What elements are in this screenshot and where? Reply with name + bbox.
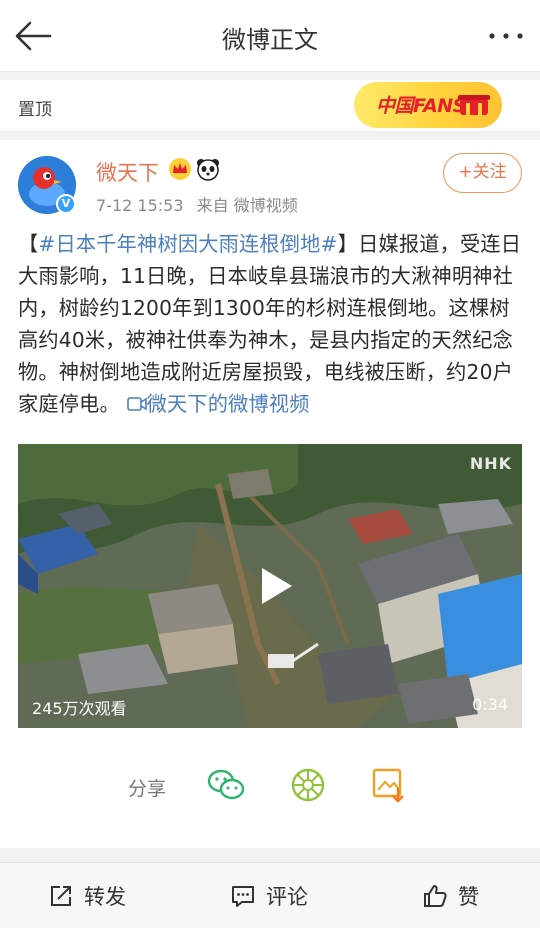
video-view-count: 245万次观看: [32, 699, 127, 718]
post-card: V 微天下 7-12 15:53 来自 微博视频 +关注 【#日本千年神树因大雨…: [0, 140, 540, 848]
like-button[interactable]: 赞: [422, 881, 479, 911]
video-link-icon: [126, 397, 147, 411]
follow-button[interactable]: +关注: [443, 153, 522, 193]
comment-icon: [232, 886, 254, 907]
repost-icon: [51, 886, 71, 906]
comment-label: 评论: [266, 885, 308, 909]
like-label: 赞: [458, 885, 479, 909]
bracket-open: 【: [18, 232, 39, 256]
lantern-icon: [458, 95, 490, 115]
panda-icon: [197, 159, 219, 181]
video-player[interactable]: NHK 245万次观看 0:34: [18, 444, 522, 728]
action-bar: 转发 评论 赞: [0, 862, 540, 928]
post-body: 日媒报道，受连日大雨影响，11日晚，日本岐阜县瑞浪市的大湫神明神社内，树龄约12…: [18, 232, 522, 416]
post-meta: 7-12 15:53 来自 微博视频: [96, 192, 298, 216]
video-duration: 0:34: [472, 695, 508, 714]
comment-button[interactable]: 评论: [230, 881, 308, 911]
verified-badge-icon: V: [56, 194, 76, 214]
hashtag-link[interactable]: #日本千年神树因大雨连根倒地#: [38, 232, 337, 256]
fans-badge-text: 中国FANS: [376, 95, 466, 117]
share-label: 分享: [128, 778, 167, 800]
repost-label: 转发: [84, 885, 126, 909]
more-dots-icon[interactable]: [486, 22, 526, 50]
repost-button[interactable]: 转发: [48, 881, 126, 911]
video-link-label: 微天下的微博视频: [146, 392, 310, 416]
play-icon[interactable]: [256, 566, 296, 606]
video-link[interactable]: 微天下的微博视频: [126, 392, 310, 416]
author-name[interactable]: 微天下: [96, 157, 159, 187]
save-image-icon[interactable]: [370, 766, 408, 804]
page-title: 微博正文: [222, 26, 318, 54]
moments-icon[interactable]: [289, 766, 327, 804]
post-source: 来自 微博视频: [196, 196, 298, 215]
wechat-icon[interactable]: [207, 766, 245, 804]
thumbs-up-icon: [424, 885, 447, 907]
nav-bar: 微博正文: [0, 0, 540, 72]
crown-icon: [169, 158, 191, 180]
pinned-label: 置顶: [18, 100, 52, 120]
post-timestamp: 7-12 15:53: [96, 196, 184, 215]
fans-badge[interactable]: 中国FANS: [354, 82, 502, 128]
bracket-close: 】: [337, 232, 359, 256]
post-text: 【#日本千年神树因大雨连根倒地#】日媒报道，受连日大雨影响，11日晚，日本岐阜县…: [18, 228, 524, 420]
video-watermark: NHK: [469, 454, 512, 473]
